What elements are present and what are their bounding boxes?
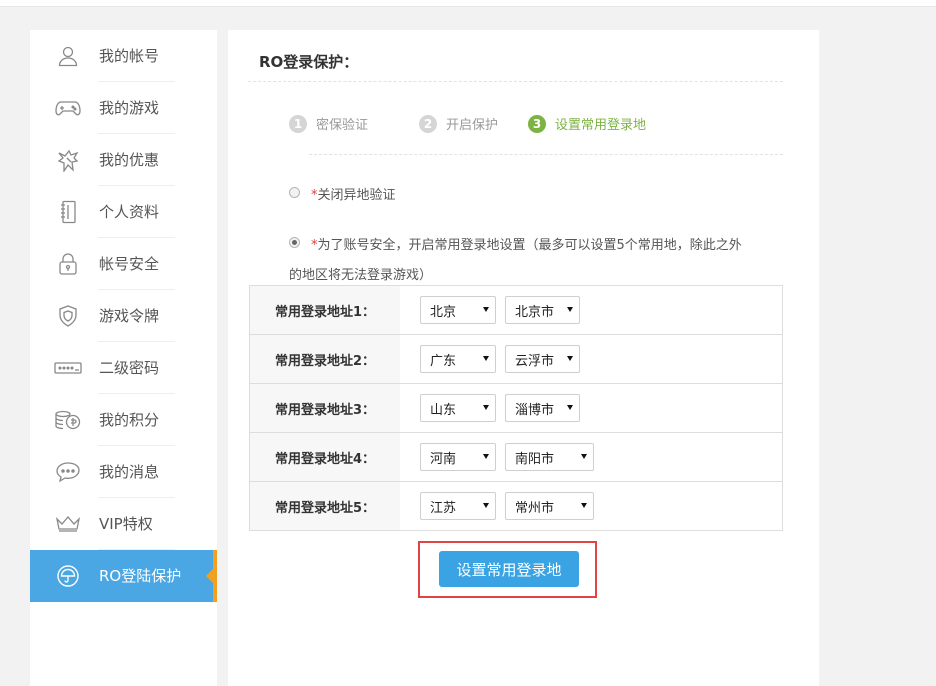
city-select[interactable]: 北京市 [505, 296, 580, 324]
sidebar-item-game-token[interactable]: 游戏令牌 [30, 290, 217, 342]
dropdown-arrow-icon [567, 307, 573, 312]
location-label: 常用登录地址2： [249, 334, 400, 384]
sidebar-item-label: 我的积分 [99, 411, 160, 429]
active-marker [213, 550, 217, 602]
dropdown-arrow-icon [567, 405, 573, 410]
coins-icon [54, 407, 82, 433]
step-label: 开启保护 [446, 118, 499, 133]
step-3: 3 设置常用登录地 [528, 114, 646, 133]
sidebar-item-my-games[interactable]: 我的游戏 [30, 82, 217, 134]
umbrella-icon [54, 563, 82, 589]
sidebar-item-account-security[interactable]: 帐号安全 [30, 238, 217, 290]
shield-icon [54, 303, 82, 329]
sidebar-item-secondary-password[interactable]: 二级密码 [30, 342, 217, 394]
sidebar-item-label: 游戏令牌 [99, 307, 160, 325]
city-select[interactable]: 云浮市 [505, 345, 580, 373]
notebook-icon [54, 199, 82, 225]
table-row: 常用登录地址2： 广东 云浮市 [249, 334, 783, 384]
sidebar-item-vip[interactable]: VIP特权 [30, 498, 217, 550]
location-label: 常用登录地址1： [249, 285, 400, 335]
sidebar-item-label: VIP特权 [99, 515, 153, 533]
location-label: 常用登录地址5： [249, 481, 400, 531]
province-select[interactable]: 山东 [420, 394, 496, 422]
message-icon [54, 459, 82, 485]
password-icon [54, 355, 82, 381]
dropdown-arrow-icon [483, 454, 489, 459]
step-label: 密保验证 [316, 118, 369, 133]
province-select[interactable]: 江苏 [420, 492, 496, 520]
location-label: 常用登录地址3： [249, 383, 400, 433]
sidebar-item-my-offers[interactable]: 我的优惠 [30, 134, 217, 186]
option-enable-label-line1: *为了账号安全，开启常用登录地设置（最多可以设置5个常用地，除此之外 [311, 238, 742, 253]
sidebar: 我的帐号 我的游戏 我的优惠 个人资料 帐号安全 游戏令牌 二级密码 我的积分 … [30, 30, 217, 686]
divider [309, 154, 783, 155]
province-select[interactable]: 河南 [420, 443, 496, 471]
table-row: 常用登录地址4： 河南 南阳市 [249, 432, 783, 482]
option-disable-label: *关闭异地验证 [311, 188, 396, 203]
city-select[interactable]: 淄博市 [505, 394, 580, 422]
gift-icon [54, 147, 82, 173]
sidebar-item-label: 我的游戏 [99, 99, 160, 117]
radio-enable-common-location[interactable] [289, 237, 300, 248]
table-row: 常用登录地址5： 江苏 常州市 [249, 481, 783, 531]
table-row: 常用登录地址3： 山东 淄博市 [249, 383, 783, 433]
location-table: 常用登录地址1： 北京 北京市 常用登录地址2： 广东 云浮市 常用登录地址3： 山… [249, 285, 783, 531]
active-arrow [206, 569, 213, 583]
sidebar-item-ro-login-protection[interactable]: RO登陆保护 [30, 550, 217, 602]
divider [248, 81, 783, 82]
step-label: 设置常用登录地 [555, 118, 647, 133]
province-select[interactable]: 广东 [420, 345, 496, 373]
sidebar-item-profile[interactable]: 个人资料 [30, 186, 217, 238]
step-2: 2 开启保护 [419, 114, 498, 133]
province-select[interactable]: 北京 [420, 296, 496, 324]
top-bar [0, 0, 936, 7]
sidebar-item-label: 二级密码 [99, 359, 160, 377]
dropdown-arrow-icon [483, 307, 489, 312]
step-1: 1 密保验证 [289, 114, 368, 133]
dropdown-arrow-icon [581, 454, 587, 459]
gamepad-icon [54, 95, 82, 121]
sidebar-item-label: 我的消息 [99, 463, 160, 481]
location-label: 常用登录地址4： [249, 432, 400, 482]
sidebar-item-label: 我的优惠 [99, 151, 160, 169]
set-common-location-button[interactable]: 设置常用登录地 [439, 551, 579, 587]
dropdown-arrow-icon [483, 405, 489, 410]
step-number: 3 [528, 114, 546, 133]
dropdown-arrow-icon [567, 356, 573, 361]
sidebar-item-label: 我的帐号 [99, 47, 160, 65]
option-enable-label-line2: 的地区将无法登录游戏） [289, 268, 433, 283]
sidebar-item-my-points[interactable]: 我的积分 [30, 394, 217, 446]
sidebar-item-label: 个人资料 [99, 203, 160, 221]
dropdown-arrow-icon [483, 356, 489, 361]
step-number: 2 [419, 114, 437, 133]
page-title: RO登录保护： [259, 53, 359, 71]
sidebar-item-my-messages[interactable]: 我的消息 [30, 446, 217, 498]
dropdown-arrow-icon [581, 503, 587, 508]
city-select[interactable]: 南阳市 [505, 443, 594, 471]
table-row: 常用登录地址1： 北京 北京市 [249, 285, 783, 335]
radio-disable-remote-verification[interactable] [289, 187, 300, 198]
sidebar-item-my-account[interactable]: 我的帐号 [30, 30, 217, 82]
user-icon [54, 43, 82, 69]
crown-icon [54, 511, 82, 537]
lock-icon [54, 251, 82, 277]
step-number: 1 [289, 114, 307, 133]
sidebar-item-label: 帐号安全 [99, 255, 160, 273]
sidebar-item-label: RO登陆保护 [99, 567, 182, 585]
main-panel: RO登录保护： 1 密保验证 2 开启保护 3 设置常用登录地 *关闭异地验证 … [228, 30, 819, 686]
city-select[interactable]: 常州市 [505, 492, 594, 520]
dropdown-arrow-icon [483, 503, 489, 508]
